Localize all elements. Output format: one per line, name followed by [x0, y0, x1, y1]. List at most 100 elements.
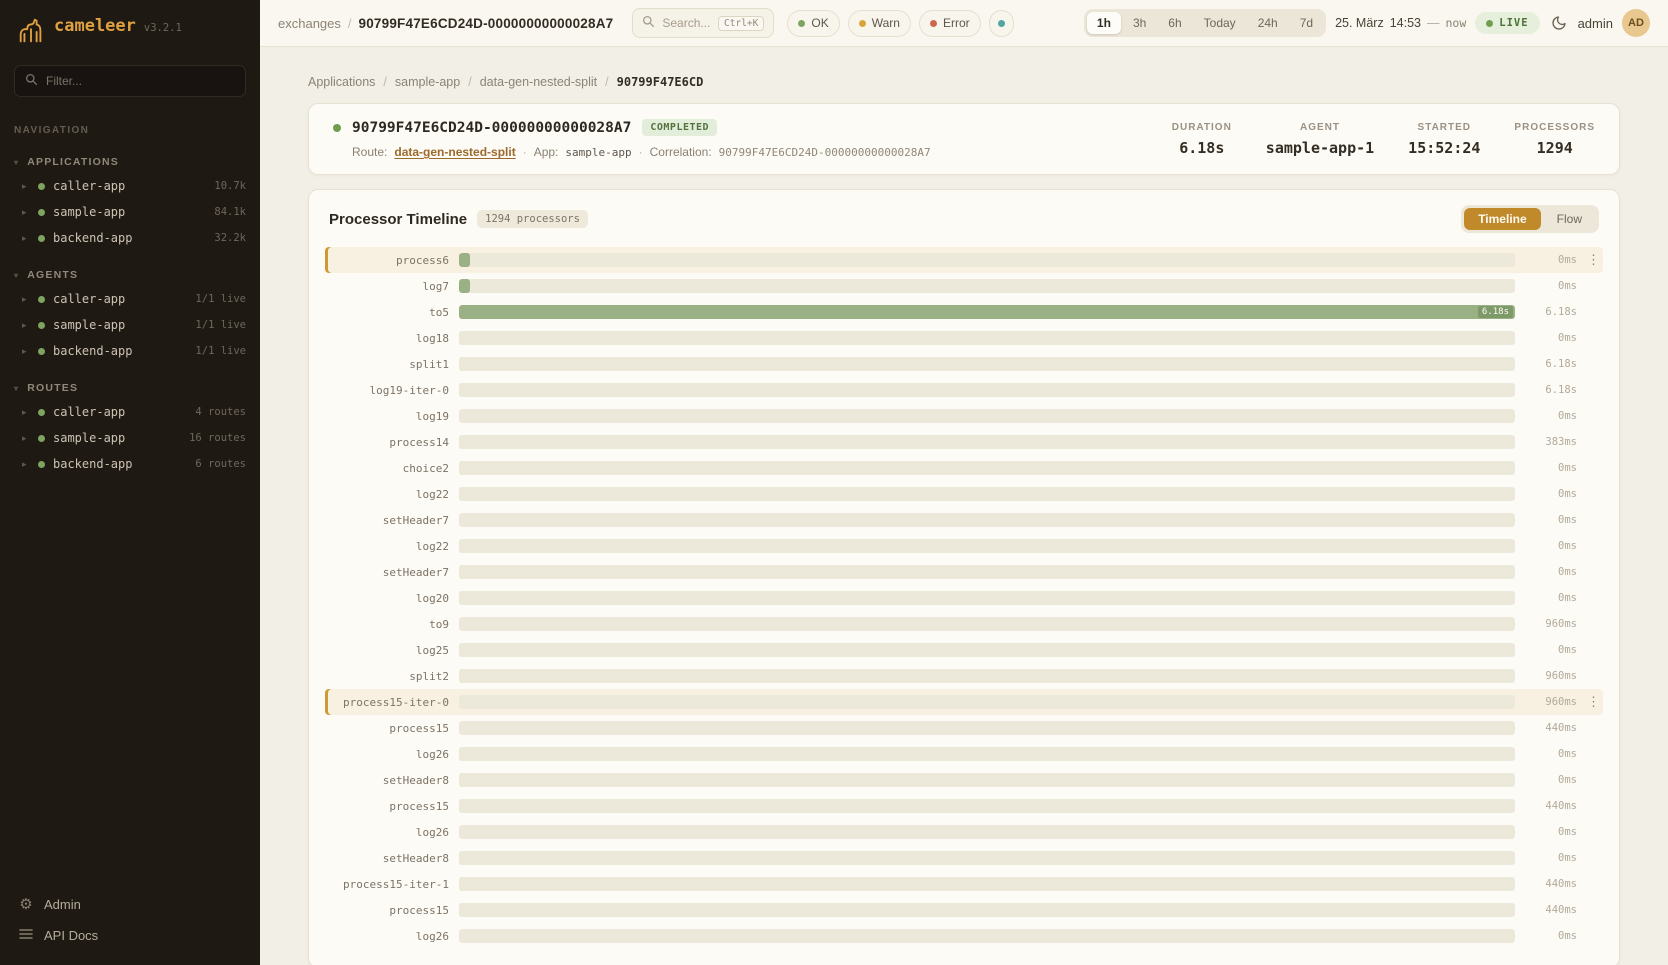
- timeline-track: [459, 773, 1515, 787]
- status-badge: COMPLETED: [642, 119, 717, 136]
- sidebar-item[interactable]: ▸ caller-app 1/1 live: [0, 286, 260, 312]
- timeline-row[interactable]: setHeader8 0ms ⋮: [325, 767, 1603, 793]
- timeline-row-duration: 0ms: [1525, 254, 1577, 266]
- sidebar-item[interactable]: ▸ sample-app 84.1k: [0, 199, 260, 225]
- timeline-row[interactable]: log20 0ms ⋮: [325, 585, 1603, 611]
- sidebar-item-badge: 32.2k: [214, 232, 246, 244]
- timeline-row[interactable]: to9 960ms ⋮: [325, 611, 1603, 637]
- timeline-track: [459, 383, 1515, 397]
- search-input[interactable]: Search... ... Ctrl+K: [632, 8, 774, 38]
- date-separator: —: [1427, 16, 1440, 30]
- sidebar-item-admin[interactable]: ⚙ Admin: [14, 891, 246, 918]
- sidebar-item[interactable]: ▸ caller-app 4 routes: [0, 399, 260, 425]
- sidebar-filter-input[interactable]: [46, 74, 235, 88]
- view-toggle-button[interactable]: Flow: [1543, 208, 1596, 230]
- timeline-row[interactable]: process15-iter-1 440ms ⋮: [325, 871, 1603, 897]
- time-range-button[interactable]: 24h: [1248, 12, 1288, 34]
- timeline-row-label: log26: [331, 748, 449, 761]
- sidebar-item-api-docs[interactable]: API Docs: [14, 922, 246, 949]
- breadcrumb-link[interactable]: Applications: [308, 75, 375, 89]
- chevron-right-icon: ▸: [22, 459, 30, 470]
- timeline-row[interactable]: process15 440ms ⋮: [325, 715, 1603, 741]
- sidebar-item[interactable]: ▸ backend-app 32.2k: [0, 225, 260, 251]
- timeline-row[interactable]: log26 0ms ⋮: [325, 819, 1603, 845]
- timeline-row[interactable]: choice2 0ms ⋮: [325, 455, 1603, 481]
- live-badge[interactable]: LIVE: [1475, 12, 1539, 34]
- sidebar-item[interactable]: ▸ sample-app 1/1 live: [0, 312, 260, 338]
- timeline-row[interactable]: process15-iter-0 960ms ⋮: [325, 689, 1603, 715]
- timeline-track: [459, 903, 1515, 917]
- breadcrumb-link[interactable]: data-gen-nested-split: [480, 75, 597, 89]
- sidebar-item[interactable]: ▸ backend-app 6 routes: [0, 451, 260, 477]
- timeline-track: [459, 331, 1515, 345]
- timeline-row-label: process6: [331, 254, 449, 267]
- app-label: App:: [534, 145, 559, 159]
- sidebar-section-header[interactable]: ▾ AGENTS: [0, 261, 260, 286]
- filter-chip[interactable]: Error: [919, 10, 981, 37]
- timeline-title: Processor Timeline: [329, 211, 467, 228]
- sidebar-item[interactable]: ▸ caller-app 10.7k: [0, 173, 260, 199]
- timeline-row-label: log18: [331, 332, 449, 345]
- list-icon: [18, 928, 34, 943]
- timeline-row-label: setHeader8: [331, 852, 449, 865]
- meta-separator: ·: [639, 145, 643, 159]
- timeline-row[interactable]: split2 960ms ⋮: [325, 663, 1603, 689]
- timeline-row[interactable]: process14 383ms ⋮: [325, 429, 1603, 455]
- timeline-row[interactable]: log19 0ms ⋮: [325, 403, 1603, 429]
- stat-value: 15:52:24: [1408, 139, 1480, 157]
- avatar[interactable]: AD: [1622, 9, 1650, 37]
- app-logo[interactable]: cameleer v3.2.1: [0, 0, 260, 61]
- timeline-row-duration: 960ms: [1525, 696, 1577, 708]
- timeline-row[interactable]: log26 0ms ⋮: [325, 923, 1603, 949]
- timeline-row[interactable]: log19-iter-0 6.18s ⋮: [325, 377, 1603, 403]
- filter-chip[interactable]: Warn: [848, 10, 911, 37]
- timeline-row[interactable]: process15 440ms ⋮: [325, 793, 1603, 819]
- filter-chip[interactable]: [989, 10, 1014, 37]
- time-range-group: 1h 3h 6h Today 24h 7d: [1084, 9, 1326, 37]
- timeline-row-label: setHeader8: [331, 774, 449, 787]
- view-toggle-button[interactable]: Timeline: [1464, 208, 1540, 230]
- timeline-row-duration: 0ms: [1525, 566, 1577, 578]
- timeline-row[interactable]: to5 6.18s 6.18s ⋮: [325, 299, 1603, 325]
- route-link[interactable]: data-gen-nested-split: [394, 145, 515, 159]
- filter-chip[interactable]: OK: [787, 10, 839, 37]
- timeline-row[interactable]: process15 440ms ⋮: [325, 897, 1603, 923]
- timeline-row[interactable]: log25 0ms ⋮: [325, 637, 1603, 663]
- kebab-menu-icon[interactable]: ⋮: [1587, 694, 1599, 710]
- live-dot: [1486, 20, 1493, 27]
- sidebar-section-items: ▸ caller-app 4 routes ▸ sample-app 16 ro…: [0, 399, 260, 477]
- timeline-row[interactable]: split1 6.18s ⋮: [325, 351, 1603, 377]
- timeline-row[interactable]: log22 0ms ⋮: [325, 481, 1603, 507]
- kebab-menu-icon[interactable]: ⋮: [1587, 252, 1599, 268]
- correlation-value: 90799F47E6CD24D-00000000000028A7: [719, 146, 931, 159]
- timeline-row[interactable]: setHeader8 0ms ⋮: [325, 845, 1603, 871]
- sidebar-item[interactable]: ▸ sample-app 16 routes: [0, 425, 260, 451]
- status-dot: [38, 409, 45, 416]
- sidebar-section-header[interactable]: ▾ APPLICATIONS: [0, 148, 260, 173]
- timeline-row[interactable]: log26 0ms ⋮: [325, 741, 1603, 767]
- timeline-row[interactable]: log22 0ms ⋮: [325, 533, 1603, 559]
- stat-label: AGENT: [1300, 122, 1340, 133]
- sidebar-item-label: API Docs: [44, 928, 98, 943]
- timeline-track: [459, 617, 1515, 631]
- sidebar-item-label: Admin: [44, 897, 81, 912]
- timeline-row-label: to9: [331, 618, 449, 631]
- dark-mode-toggle[interactable]: [1549, 13, 1569, 33]
- time-range-button[interactable]: Today: [1194, 12, 1246, 34]
- time-range-button[interactable]: 6h: [1158, 12, 1191, 34]
- time-range-button[interactable]: 3h: [1123, 12, 1156, 34]
- time-range-button[interactable]: 7d: [1290, 12, 1323, 34]
- timeline-row[interactable]: process6 0ms ⋮: [325, 247, 1603, 273]
- sidebar-item[interactable]: ▸ backend-app 1/1 live: [0, 338, 260, 364]
- timeline-row[interactable]: log7 0ms ⋮: [325, 273, 1603, 299]
- breadcrumb-link[interactable]: sample-app: [395, 75, 460, 89]
- timeline-row[interactable]: setHeader7 0ms ⋮: [325, 559, 1603, 585]
- time-range-button[interactable]: 1h: [1087, 12, 1121, 34]
- timeline-track: [459, 357, 1515, 371]
- sidebar-section-header[interactable]: ▾ ROUTES: [0, 374, 260, 399]
- timeline-row[interactable]: log18 0ms ⋮: [325, 325, 1603, 351]
- timeline-row[interactable]: setHeader7 0ms ⋮: [325, 507, 1603, 533]
- sidebar-item-badge: 1/1 live: [195, 293, 246, 305]
- sidebar-filter[interactable]: [14, 65, 246, 97]
- breadcrumb-exchanges-link[interactable]: exchanges: [278, 16, 341, 31]
